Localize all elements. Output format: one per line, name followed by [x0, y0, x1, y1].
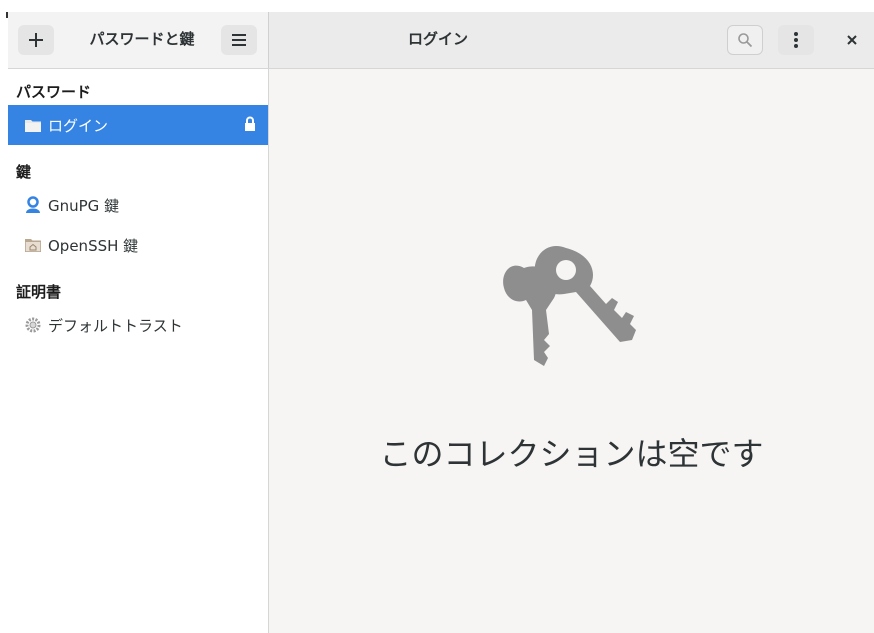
- hamburger-icon: [232, 34, 246, 46]
- sidebar-item-login[interactable]: ログイン: [8, 105, 268, 145]
- sidebar-item-label: OpenSSH 鍵: [48, 236, 139, 255]
- sidebar-item-gnupg[interactable]: GnuPG 鍵: [8, 185, 268, 225]
- add-button[interactable]: [18, 25, 54, 55]
- app-title: パスワードと鍵: [89, 30, 195, 48]
- main-content: このコレクションは空です: [269, 69, 874, 633]
- sidebar-item-label: GnuPG 鍵: [48, 196, 120, 215]
- header-bar: パスワードと鍵 ログイン: [8, 12, 874, 69]
- kebab-icon: [794, 32, 798, 48]
- keys-icon: [503, 246, 636, 366]
- home-folder-icon: [24, 236, 42, 254]
- sidebar-item-default-trust[interactable]: デフォルトトラスト: [8, 305, 268, 345]
- app-window: パスワードと鍵 ログイン パスワード ログイン 鍵 GnuPG 鍵 OpenSS…: [8, 12, 874, 633]
- close-button[interactable]: [837, 25, 867, 55]
- main-menu-button[interactable]: [221, 25, 257, 55]
- close-icon: [847, 35, 857, 45]
- empty-collection-message: このコレクションは空です: [379, 435, 764, 473]
- sidebar: パスワード ログイン 鍵 GnuPG 鍵 OpenSSH 鍵 証明書 デフォルト…: [8, 69, 269, 633]
- view-title: ログイン: [407, 30, 468, 48]
- sidebar-header: パスワードと鍵: [8, 12, 269, 68]
- more-options-button[interactable]: [778, 25, 814, 55]
- sidebar-item-label: ログイン: [48, 116, 109, 135]
- gear-icon: [24, 316, 42, 334]
- sidebar-item-label: デフォルトトラスト: [48, 316, 183, 335]
- lock-icon[interactable]: [244, 116, 256, 136]
- section-title-keys: 鍵: [16, 163, 32, 181]
- person-key-icon: [24, 196, 42, 214]
- search-button[interactable]: [727, 25, 763, 55]
- section-title-certificates: 証明書: [16, 283, 62, 301]
- search-icon: [738, 33, 753, 48]
- sidebar-item-openssh[interactable]: OpenSSH 鍵: [8, 225, 268, 265]
- folder-icon: [24, 116, 42, 134]
- section-title-passwords: パスワード: [16, 83, 92, 101]
- plus-icon: [29, 33, 43, 47]
